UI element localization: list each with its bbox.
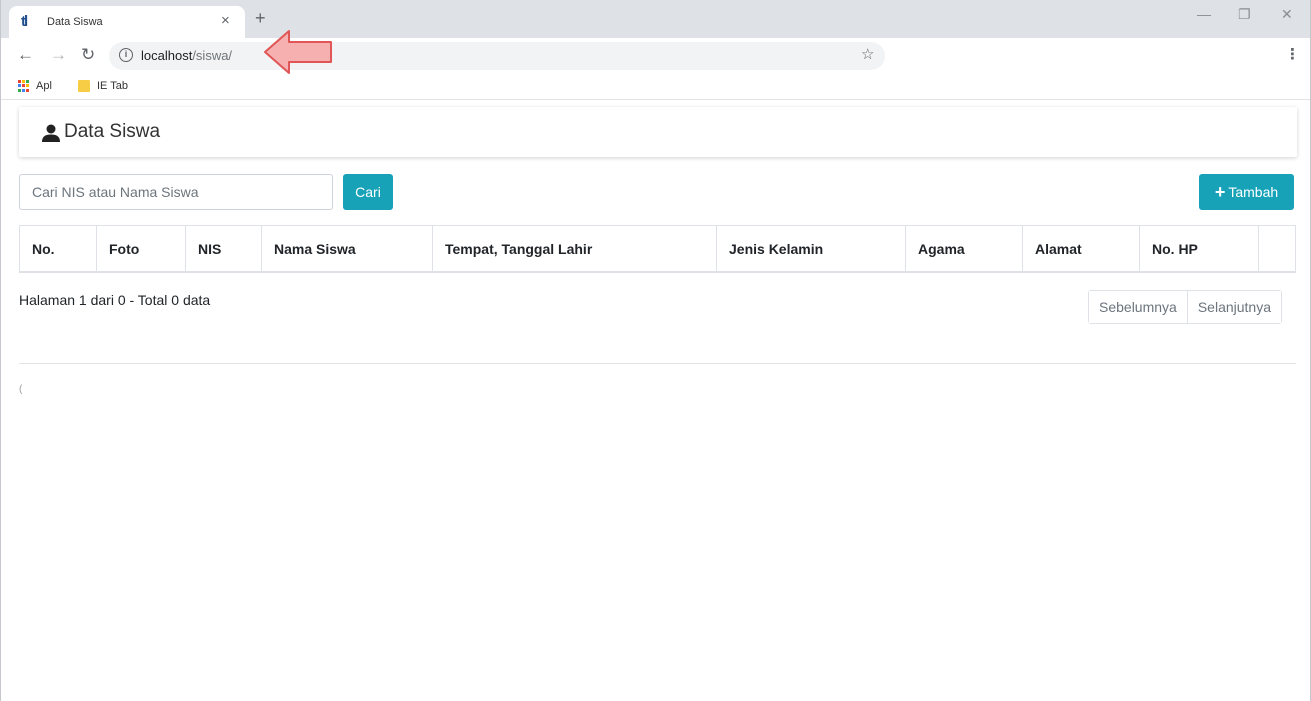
page-header-card: Data Siswa (19, 107, 1297, 157)
tab-data-siswa[interactable]: tl Data Siswa × (9, 6, 245, 38)
pagination: Sebelumnya Selanjutnya (1088, 290, 1282, 324)
site-favicon-icon: tl (21, 13, 28, 30)
tab-title: Data Siswa (47, 16, 103, 28)
add-button[interactable]: + Tambah (1199, 174, 1294, 210)
bookmark-ie-tab[interactable]: IE Tab (97, 79, 128, 93)
footer-divider (19, 363, 1296, 364)
column-header-alamat: Alamat (1023, 226, 1140, 272)
minimize-icon[interactable]: — (1197, 6, 1211, 22)
column-header-foto: Foto (97, 226, 186, 272)
next-page-button[interactable]: Selanjutnya (1186, 291, 1281, 323)
apps-grid-icon (18, 80, 30, 92)
column-header-nama-siswa: Nama Siswa (262, 226, 433, 272)
info-icon[interactable]: i (119, 48, 133, 62)
previous-page-button[interactable]: Sebelumnya (1089, 291, 1187, 323)
bookmarks-bar: Apl IE Tab (1, 74, 1310, 100)
browser-menu-icon[interactable]: ⋮ (1285, 46, 1300, 64)
user-icon (42, 124, 60, 142)
address-bar[interactable]: i localhost/siswa/ ☆ (109, 42, 885, 70)
column-header-agama: Agama (906, 226, 1023, 272)
page-title: Data Siswa (64, 121, 161, 142)
browser-toolbar: ← → ↻ i localhost/siswa/ ☆ ⋮ (1, 38, 1310, 74)
plus-icon: + (1214, 181, 1226, 202)
url-text[interactable]: localhost/siswa/ (141, 48, 232, 64)
column-header-tempat-tanggal-lahir: Tempat, Tanggal Lahir (433, 226, 717, 272)
column-header-actions (1259, 226, 1295, 272)
column-header-no: No. (20, 226, 97, 272)
search-input[interactable] (19, 174, 333, 210)
forward-arrow-icon[interactable]: → (50, 46, 67, 64)
new-tab-button[interactable]: + (255, 8, 266, 28)
reload-icon[interactable]: ↻ (81, 46, 95, 64)
bookmark-star-icon[interactable]: ☆ (861, 46, 874, 64)
footer-text: ( (19, 384, 23, 395)
close-window-icon[interactable]: ✕ (1281, 6, 1293, 22)
column-header-no-hp: No. HP (1140, 226, 1259, 272)
restore-icon[interactable]: ❐ (1238, 6, 1251, 22)
tab-close-icon[interactable]: × (221, 12, 230, 30)
tab-strip: tl Data Siswa × + — ❐ ✕ (1, 0, 1310, 38)
search-button[interactable]: Cari (343, 174, 393, 210)
browser-window: tl Data Siswa × + — ❐ ✕ ← → ↻ i localhos… (0, 0, 1311, 701)
column-header-nis: NIS (186, 226, 262, 272)
column-header-jenis-kelamin: Jenis Kelamin (717, 226, 906, 272)
page-content: Data Siswa Cari +Tambah No. Foto NIS Nam… (1, 100, 1310, 701)
bookmark-apps[interactable]: Apl (36, 79, 52, 93)
annotation-arrow-icon (264, 30, 332, 74)
add-button-label: Tambah (1228, 183, 1279, 200)
back-arrow-icon[interactable]: ← (17, 46, 34, 64)
students-table: No. Foto NIS Nama Siswa Tempat, Tanggal … (19, 225, 1296, 273)
folder-icon (78, 80, 90, 92)
pagination-info: Halaman 1 dari 0 - Total 0 data (19, 292, 211, 308)
